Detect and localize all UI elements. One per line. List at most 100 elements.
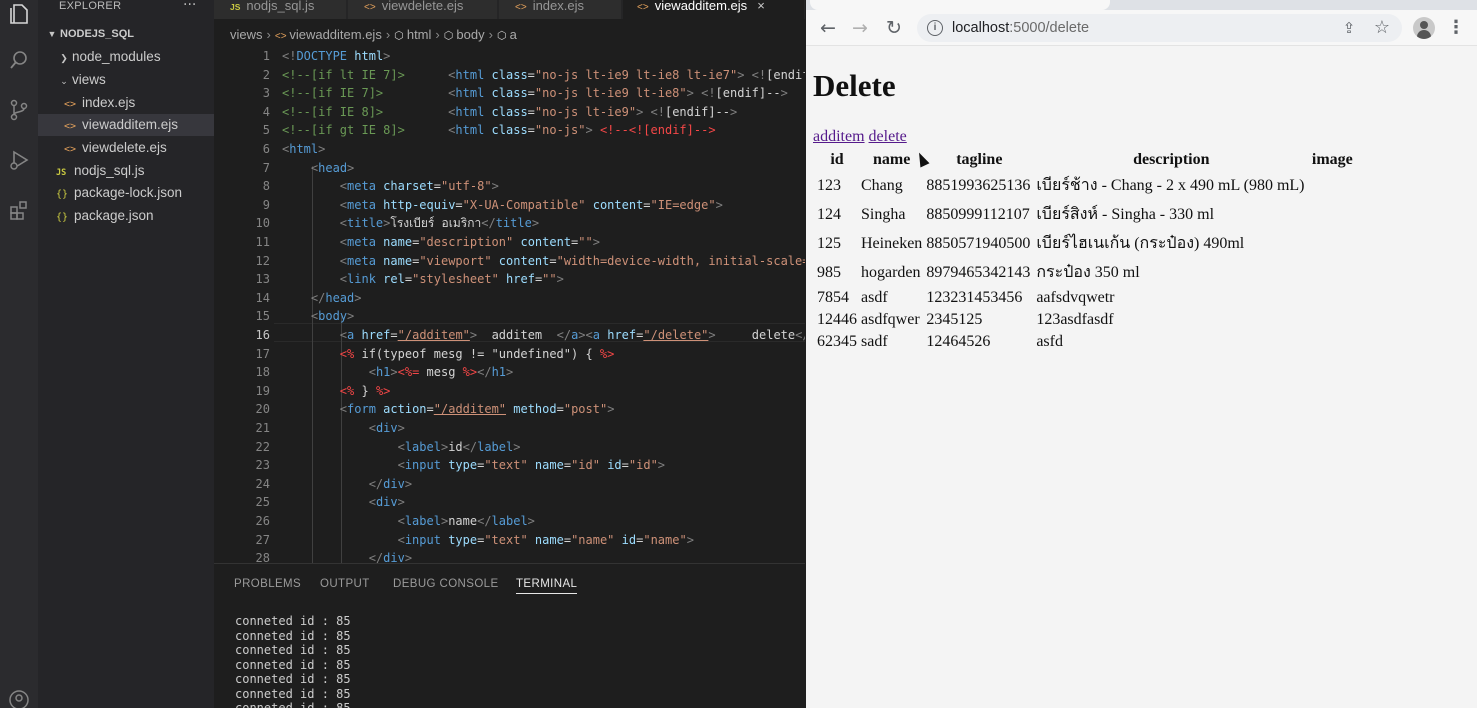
line-number: 5 (262, 123, 270, 138)
tab-problems[interactable]: PROBLEMS (234, 578, 301, 590)
code-line: <!DOCTYPE html> (282, 49, 391, 63)
run-debug-icon[interactable] (0, 140, 38, 180)
site-info-icon[interactable]: i (927, 20, 943, 36)
tree-item-package-lock-json[interactable]: {} package-lock.json (38, 182, 214, 204)
project-folder[interactable]: ▼ NODEJS_SQL (38, 23, 214, 45)
url-path: :5000/delete (1009, 20, 1090, 36)
table-cell-id: 7854 (817, 289, 849, 306)
tab-label: viewadditem.ejs (654, 0, 748, 13)
table-cell-id: 12446 (817, 311, 857, 328)
more-actions-icon[interactable]: ··· (183, 0, 196, 13)
tab-output[interactable]: OUTPUT (320, 578, 370, 590)
code-line: <!--[if gt IE 8]> <html class="no-js"> <… (282, 123, 716, 138)
table-row: 123 Chang 8851993625136 เบียร์ช้าง - Chang … (816, 172, 1355, 199)
address-bar[interactable]: i localhost:5000/delete (917, 14, 1402, 42)
column-header-tagline: tagline (956, 151, 1003, 168)
line-number: 8 (262, 179, 270, 194)
browser-tab[interactable] (810, 0, 1110, 10)
table-header-row: id name tagline description image (816, 150, 1355, 170)
chevron-right-icon: › (266, 27, 271, 42)
table-cell-description: เบียร์ช้าง - Chang - 2 x 490 mL (980 mL) (1036, 177, 1305, 194)
close-icon[interactable]: × (757, 0, 765, 13)
menu-icon[interactable]: ⋮ (1444, 16, 1468, 40)
reload-icon[interactable]: ↻ (882, 16, 906, 40)
tree-item-views[interactable]: ⌄ views (38, 69, 214, 91)
tree-item-index-ejs[interactable]: <> index.ejs (38, 92, 214, 114)
ejs-file-icon: <> (64, 121, 77, 132)
breadcrumb-item[interactable]: viewadditem.ejs (289, 27, 382, 42)
code-line: <!--[if IE 7]> <html class="no-js lt-ie9… (282, 86, 788, 101)
symbol-icon: ⬡ (496, 30, 510, 42)
breadcrumb: views › <> viewadditem.ejs › ⬡ html › ⬡ body › ⬡… (214, 25, 805, 45)
tab-viewadditem-ejs[interactable]: <> viewadditem.ejs × (623, 0, 805, 19)
table-cell-description: asfd (1036, 333, 1063, 350)
breadcrumb-item[interactable]: html (407, 27, 432, 42)
back-icon[interactable]: ← (816, 16, 840, 40)
table-cell-description: 123asdfasdf (1036, 311, 1114, 328)
symbol-icon: ⬡ (394, 30, 407, 42)
code-line: <div> (368, 421, 405, 435)
tree-item-label: viewdelete.ejs (82, 140, 167, 155)
account-icon[interactable] (0, 680, 38, 708)
tree-item-viewdelete-ejs[interactable]: <> viewdelete.ejs (38, 137, 214, 159)
tab-terminal[interactable]: TERMINAL (516, 578, 578, 594)
tab-index-ejs[interactable]: <> index.ejs (499, 0, 622, 19)
share-icon[interactable]: ⇪ (1337, 16, 1361, 40)
line-number: 18 (255, 365, 270, 380)
url-text[interactable]: localhost:5000/delete (952, 20, 1089, 36)
tree-item-node-modules[interactable]: ❯ node_modules (38, 46, 214, 68)
table-row: 125 Heineken 8850571940500 เบียร์ไฮเนเก้น (… (816, 230, 1355, 257)
table-row: 985 hogarden 8979465342143 กระป๋อง 350 ml (816, 259, 1355, 286)
code-line: <% if(typeof mesg != "undefined") { %> (339, 346, 615, 361)
line-number: 9 (262, 197, 270, 212)
code-line: <!--[if IE 8]> <html class="no-js lt-ie9… (282, 104, 738, 119)
bookmark-star-icon[interactable]: ☆ (1370, 16, 1394, 40)
profile-avatar[interactable] (1413, 17, 1435, 39)
tab-debug-console[interactable]: DEBUG CONSOLE (393, 578, 499, 590)
table-cell-id: 62345 (817, 333, 857, 350)
terminal-line: conneted id : 85 (235, 701, 351, 708)
terminal-line: conneted id : 85 (235, 686, 351, 701)
table-cell-name: Heineken (861, 234, 923, 252)
terminal-line: conneted id : 85 (235, 643, 351, 657)
table-cell-image (1309, 201, 1355, 228)
chevron-right-icon: › (488, 27, 493, 42)
code-line: <a href="/additem"> additem </a><a href=… (339, 328, 805, 342)
forward-icon[interactable]: → (848, 16, 872, 40)
tab-viewdelete-ejs[interactable]: <> viewdelete.ejs (348, 0, 498, 19)
browser-toolbar: ← → ↻ i localhost:5000/delete ⇪ ☆ ⋮ (806, 10, 1477, 46)
tree-item-package-json[interactable]: {} package.json (38, 205, 214, 227)
bottom-panel: PROBLEMS OUTPUT DEBUG CONSOLE TERMINAL c… (214, 563, 805, 708)
additem-link[interactable]: additem (813, 128, 865, 145)
files-icon[interactable] (0, 0, 38, 34)
project-name: NODEJS_SQL (60, 28, 134, 40)
table-cell-image (1309, 332, 1355, 352)
browser-window: ← → ↻ i localhost:5000/delete ⇪ ☆ ⋮ Dele… (806, 0, 1477, 708)
table-cell-description: เบียร์สิงห์ - Singha - 330 ml (1036, 206, 1215, 223)
tree-item-viewadditem-ejs[interactable]: <> viewadditem.ejs (38, 114, 214, 136)
breadcrumb-item[interactable]: body (456, 27, 484, 42)
code-line: <body> (310, 309, 355, 324)
tab-label: viewdelete.ejs (381, 0, 464, 13)
table-cell-name: Chang (861, 176, 903, 194)
code-line: <label>name</label> (397, 514, 535, 528)
explorer-sidebar: EXPLORER ··· ▼ NODEJS_SQL ❯ node_modules ⌄… (38, 0, 214, 708)
source-control-icon[interactable] (0, 90, 38, 130)
items-table: id name tagline description image 123 Chang 88… (814, 148, 1357, 354)
chevron-down-icon: ▼ (47, 29, 57, 39)
code-line: <div> (368, 495, 405, 510)
tree-item-nodjs-sql-js[interactable]: JS nodjs_sql.js (38, 160, 214, 182)
code-editor[interactable]: 1 2 3 4 5 6 7 8 9 10 11 12 13 14 15 16 17 18 19 20 21 22 23 24 2… (214, 45, 805, 563)
table-cell-image (1309, 310, 1355, 330)
tree-item-label: viewadditem.ejs (82, 117, 179, 132)
line-number: 12 (255, 253, 270, 268)
tab-nodjs-sql-js[interactable]: JS nodjs_sql.js (214, 0, 347, 19)
extensions-icon[interactable] (0, 190, 38, 230)
breadcrumb-item[interactable]: a (510, 27, 517, 42)
table-cell-description: กระป๋อง 350 ml (1036, 264, 1140, 281)
code-line: <meta name="description" content=""> (339, 235, 600, 249)
search-icon[interactable] (0, 40, 38, 80)
delete-link[interactable]: delete (869, 128, 907, 145)
breadcrumb-item[interactable]: views (230, 27, 263, 42)
line-number: 26 (255, 514, 270, 528)
